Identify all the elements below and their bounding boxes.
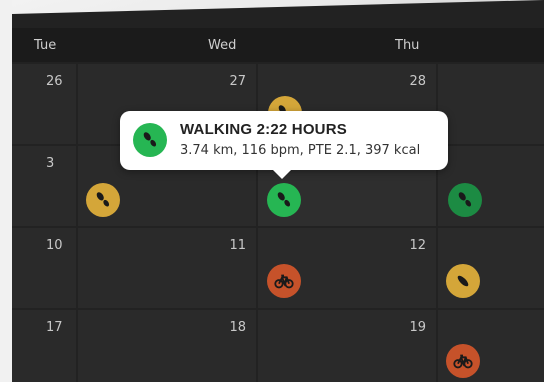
day-number: 18 [229, 320, 246, 335]
activity-badge-walking-selected[interactable] [267, 183, 301, 217]
day-cell-17[interactable]: 17 [12, 310, 76, 382]
day-number: 12 [409, 238, 426, 253]
day-number: 28 [409, 74, 426, 89]
weekday-header: Tue Wed Thu [12, 28, 544, 62]
day-cell-29[interactable] [438, 64, 544, 144]
bicycle-icon [274, 274, 294, 289]
day-number: 3 [46, 156, 55, 171]
day-number: 11 [229, 238, 246, 253]
tooltip-arrow [272, 169, 292, 179]
tooltip-title: WALKING 2:22 HOURS [180, 121, 347, 138]
walking-shoe-icon [143, 132, 157, 147]
day-cell-26[interactable]: 26 [12, 64, 76, 144]
day-number: 19 [409, 320, 426, 335]
day-cell-18[interactable]: 18 [78, 310, 256, 382]
day-number: 26 [46, 74, 63, 89]
calendar-frame: Tue Wed Thu 26 27 28 3 10 11 12 17 18 19 [12, 0, 544, 382]
bicycle-icon [453, 354, 473, 369]
walking-shoe-icon [457, 275, 469, 287]
activity-badge-walking[interactable] [448, 183, 482, 217]
walking-shoe-icon [96, 192, 110, 207]
weekday-tue: Tue [34, 38, 57, 53]
tooltip-activity-badge [133, 123, 167, 157]
day-cell-11[interactable]: 11 [78, 228, 256, 308]
activity-badge-walking[interactable] [86, 183, 120, 217]
activity-badge-cycling[interactable] [446, 344, 480, 378]
weekday-thu: Thu [395, 38, 420, 53]
walking-shoe-icon [277, 192, 291, 207]
walking-shoe-icon [458, 192, 472, 207]
day-number: 10 [46, 238, 63, 253]
tooltip-detail: 3.74 km, 116 bpm, PTE 2.1, 397 kcal [180, 143, 421, 158]
activity-badge-walking[interactable] [446, 264, 480, 298]
day-number: 17 [46, 320, 63, 335]
day-cell-10[interactable]: 10 [12, 228, 76, 308]
activity-badge-cycling[interactable] [267, 264, 301, 298]
weekday-wed: Wed [208, 38, 237, 53]
day-cell-19[interactable]: 19 [258, 310, 436, 382]
activity-tooltip: WALKING 2:22 HOURS 3.74 km, 116 bpm, PTE… [120, 111, 448, 179]
day-cell-3[interactable]: 3 [12, 146, 76, 226]
page-curl-decoration [12, 0, 544, 14]
day-number: 27 [229, 74, 246, 89]
